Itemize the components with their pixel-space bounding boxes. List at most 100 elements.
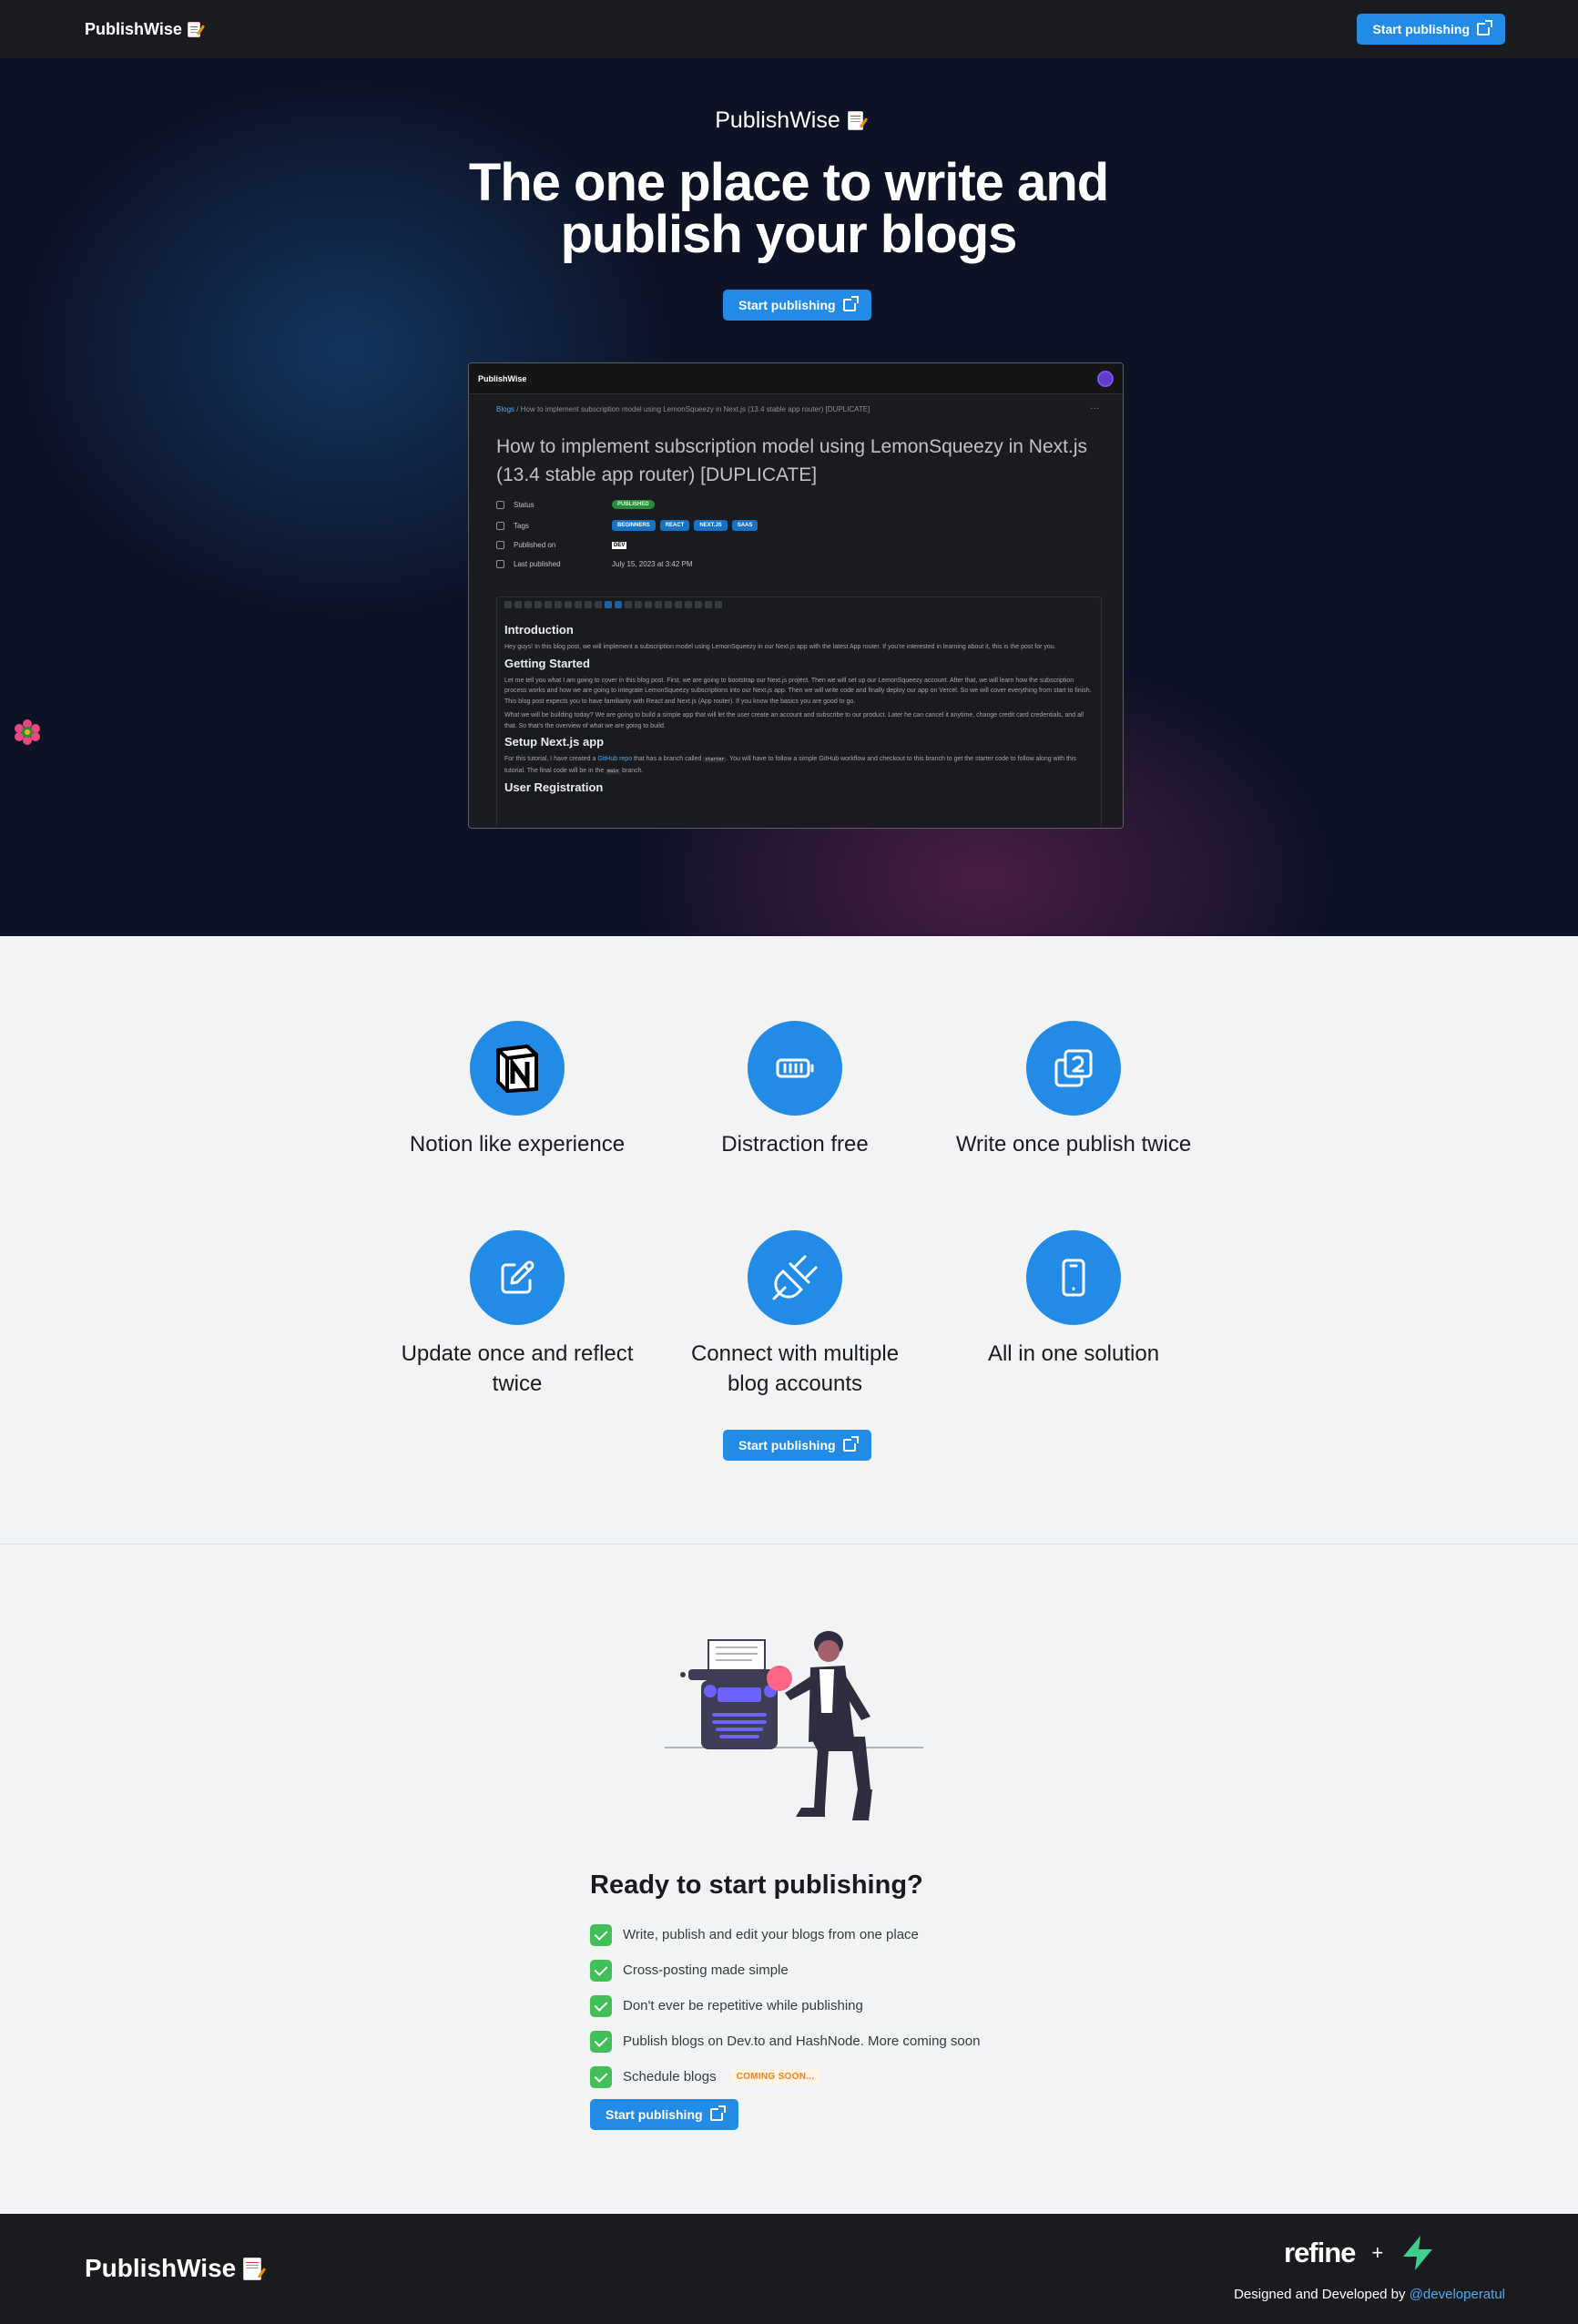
prop-last-published: Last published July 15, 2023 at 3:42 PM	[496, 560, 693, 568]
last-published-value: July 15, 2023 at 3:42 PM	[612, 560, 693, 568]
heading-user-registration: User Registration	[504, 780, 604, 794]
preview-brand: PublishWise	[478, 373, 527, 383]
edit-icon	[501, 1260, 534, 1294]
inline-code: main	[606, 768, 621, 774]
feature-card: Connect with multiple blog accounts	[677, 1230, 913, 1399]
copy-two-icon	[1054, 1049, 1093, 1087]
start-publishing-button[interactable]: Start publishing	[1357, 14, 1505, 45]
button-label: Start publishing	[738, 1438, 836, 1452]
feature-card: Notion like experience	[399, 1021, 636, 1159]
hero-title: The one place to write and publish your …	[468, 153, 1109, 264]
ready-start-publishing-button[interactable]: Start publishing	[590, 2099, 738, 2130]
paragraph: Hey guys! In this blog post, we will imp…	[504, 644, 1056, 650]
feature-label: Connect with multiple blog accounts	[690, 1341, 900, 1396]
feature-label: All in one solution	[987, 1341, 1160, 1366]
feature-label: Update once and reflect twice	[401, 1341, 634, 1396]
paragraph: Let me tell you what I am going to cover…	[504, 677, 1092, 705]
feature-icon-circle	[470, 1230, 565, 1325]
plug-icon	[772, 1255, 818, 1300]
list-item-text: Write, publish and edit your blogs from …	[623, 1927, 919, 1942]
feature-icon-circle	[470, 1021, 565, 1116]
supabase-logo-icon[interactable]	[1400, 2234, 1436, 2272]
dev-logo: DEV	[612, 541, 627, 549]
list-item-text: Cross-posting made simple	[623, 1962, 789, 1978]
button-label: Start publishing	[1372, 22, 1470, 36]
prop-label: Tags	[514, 521, 529, 530]
breadcrumb-root: Blogs	[496, 405, 515, 413]
button-label: Start publishing	[738, 298, 836, 312]
refine-logo[interactable]: refine	[1284, 2237, 1356, 2269]
tag-icon	[496, 521, 504, 530]
heading-getting-started: Getting Started	[504, 656, 590, 670]
calendar-icon	[496, 560, 504, 568]
author-link[interactable]: @developeratul	[1410, 2287, 1505, 2302]
footer: PublishWise refine + Designed and Develo…	[0, 2214, 1578, 2324]
benefits-list: Write, publish and edit your blogs from …	[590, 1917, 980, 2095]
brand-name: PublishWise	[85, 19, 182, 38]
feature-card: All in one solution	[955, 1230, 1192, 1369]
ready-section: Ready to start publishing? Write, publis…	[0, 1545, 1578, 2214]
features-section: Notion like experience Distraction free …	[0, 936, 1578, 1544]
feature-label: Notion like experience	[409, 1132, 626, 1157]
tag-chip: SAAS	[731, 520, 758, 531]
features-start-publishing-button[interactable]: Start publishing	[723, 1430, 871, 1461]
list-item: Cross-posting made simple	[590, 1952, 980, 1988]
feature-icon-circle	[748, 1230, 842, 1325]
tag-chip: REACT	[659, 520, 690, 531]
tag-chip: BEGINNERS	[612, 520, 656, 531]
footer-brand[interactable]: PublishWise	[85, 2254, 262, 2283]
flower-sticker-icon	[15, 719, 40, 745]
breadcrumb-sep: /	[516, 405, 519, 413]
footer-credit: Designed and Developed by @developeratul	[1234, 2287, 1505, 2302]
editor-toolbar	[504, 601, 1094, 614]
preview-navbar: PublishWise	[469, 363, 1123, 394]
list-item: Schedule blogs COMING SOON...	[590, 2059, 980, 2095]
heading-setup: Setup Next.js app	[504, 735, 605, 749]
check-icon	[590, 1923, 612, 1946]
heading-introduction: Introduction	[504, 623, 574, 637]
feature-icon-circle	[748, 1021, 842, 1116]
avatar-icon	[1097, 370, 1114, 387]
external-link-icon	[842, 296, 859, 311]
more-menu-icon: ···	[1090, 403, 1099, 413]
phone-icon	[1062, 1259, 1085, 1297]
feature-card: Distraction free	[677, 1021, 913, 1159]
ready-title: Ready to start publishing?	[590, 1870, 923, 1900]
brand-logo[interactable]: PublishWise	[85, 20, 200, 39]
feature-card: Write once publish twice	[955, 1021, 1192, 1159]
feature-label: Write once publish twice	[955, 1132, 1192, 1157]
rich-text-editor: Introduction Hey guys! In this blog post…	[496, 596, 1102, 828]
hero-brand-name: PublishWise	[715, 107, 840, 133]
status-badge: PUBLISHED	[612, 500, 655, 509]
prop-published-on: Published on DEV	[496, 541, 627, 549]
feature-label: Distraction free	[721, 1132, 869, 1157]
memo-icon	[187, 21, 200, 37]
check-icon	[590, 2030, 612, 2053]
footer-brand-name: PublishWise	[85, 2254, 237, 2282]
feature-icon-circle	[1026, 1021, 1121, 1116]
typewriter-illustration	[665, 1631, 923, 1820]
external-link-icon	[709, 2105, 726, 2121]
list-item-text: Don't ever be repetitive while publishin…	[623, 1998, 863, 2013]
prop-status: Status PUBLISHED	[496, 500, 655, 509]
memo-icon	[847, 111, 863, 130]
tag-chip: NEXT.JS	[694, 520, 728, 531]
app-preview-screenshot: PublishWise Blogs / How to implement sub…	[468, 362, 1124, 829]
prop-tags: Tags BEGINNERS REACT NEXT.JS SAAS	[496, 520, 762, 531]
external-link-icon	[1477, 20, 1492, 36]
breadcrumb: Blogs / How to implement subscription mo…	[496, 405, 870, 413]
notion-icon	[496, 1045, 538, 1093]
list-item: Don't ever be repetitive while publishin…	[590, 1988, 980, 2023]
preview-post-title: How to implement subscription model usin…	[496, 436, 1087, 485]
paragraph: What we will be building today? We are g…	[504, 712, 1084, 729]
coming-soon-badge: COMING SOON...	[728, 2069, 822, 2084]
credit-text: Designed and Developed by	[1234, 2287, 1406, 2302]
top-navbar: PublishWise Start publishing	[0, 0, 1578, 58]
prop-label: Published on	[514, 541, 556, 549]
list-item: Publish blogs on Dev.to and HashNode. Mo…	[590, 2023, 980, 2059]
feature-icon-circle	[1026, 1230, 1121, 1325]
check-icon	[590, 1994, 612, 2017]
button-label: Start publishing	[606, 2107, 703, 2122]
feature-card: Update once and reflect twice	[399, 1230, 636, 1399]
hero-start-publishing-button[interactable]: Start publishing	[723, 290, 871, 321]
